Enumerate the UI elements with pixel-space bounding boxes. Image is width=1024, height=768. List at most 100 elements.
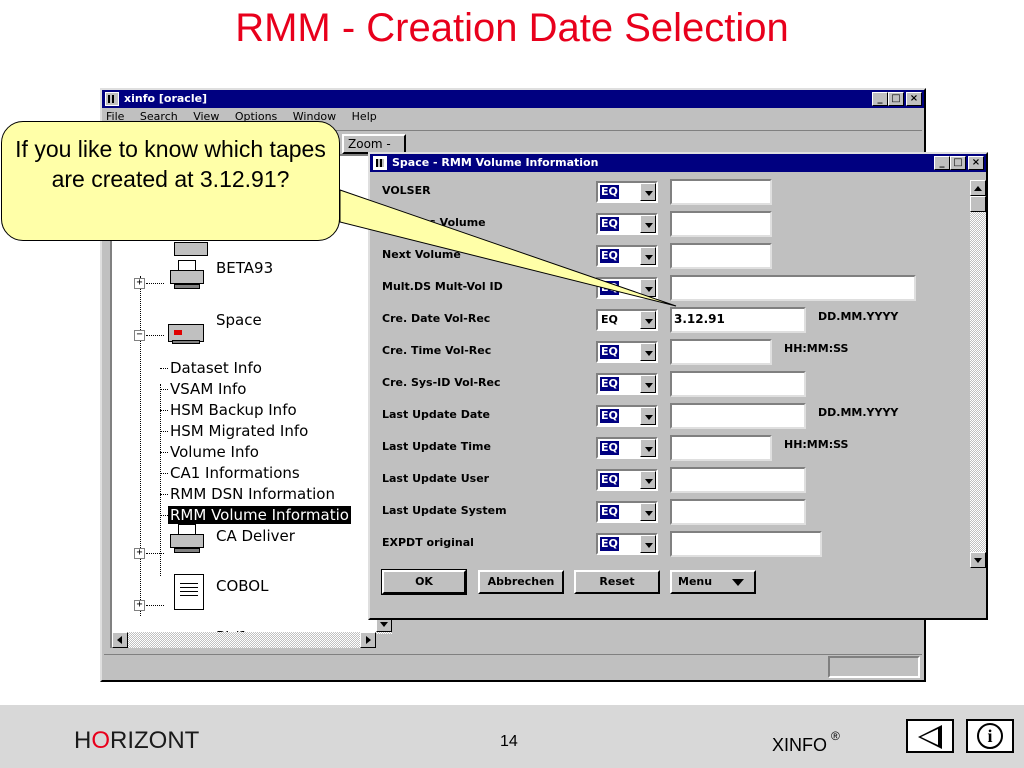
operator-select-last-update-system[interactable]: EQ (596, 501, 658, 523)
tree-item-rmm-volume-information[interactable]: RMM Volume Informatio (168, 506, 351, 524)
expander-ca-deliver[interactable]: + (134, 548, 145, 559)
operator-select-last-update-date[interactable]: EQ (596, 405, 658, 427)
dialog-scroll-up-button[interactable] (970, 180, 986, 196)
label-previous-volume: Previous Volume (382, 216, 486, 229)
info-icon[interactable] (966, 719, 1014, 753)
label-expdt-original: EXPDT original (382, 536, 474, 549)
dialog-icon (373, 156, 387, 170)
value-input-last-update-system[interactable] (670, 499, 806, 525)
tree-item-volume-info[interactable]: Volume Info (170, 443, 259, 461)
chevron-down-icon[interactable] (640, 375, 656, 393)
chevron-down-icon[interactable] (640, 279, 656, 297)
format-hint-last-update-time: HH:MM:SS (784, 438, 849, 451)
main-window-titlebar[interactable]: xinfo [oracle] _ □ × (102, 90, 924, 108)
label-cre-time-vol-rec: Cre. Time Vol-Rec (382, 344, 492, 357)
tree-item-dataset-info[interactable]: Dataset Info (170, 359, 262, 377)
chevron-down-icon[interactable] (640, 535, 656, 553)
operator-value: EQ (600, 473, 619, 487)
back-arrow-icon[interactable] (906, 719, 954, 753)
chevron-down-icon[interactable] (640, 503, 656, 521)
operator-value: EQ (600, 377, 619, 391)
chevron-down-icon[interactable] (640, 407, 656, 425)
operator-value: EQ (600, 505, 619, 519)
dialog-scroll-down-button[interactable] (970, 552, 986, 568)
value-input-last-update-date[interactable] (670, 403, 806, 429)
expander-cobol[interactable]: + (134, 600, 145, 611)
value-input-volser[interactable] (670, 179, 772, 205)
dialog-close-button[interactable]: × (968, 156, 984, 170)
chevron-down-icon[interactable] (640, 311, 656, 329)
format-hint-last-update-date: DD.MM.YYYY (818, 406, 899, 419)
chevron-down-icon[interactable] (640, 471, 656, 489)
operator-select-volser[interactable]: EQ (596, 181, 658, 203)
value-input-cre-time-vol-rec[interactable] (670, 339, 772, 365)
tree-item-space[interactable]: Space (216, 311, 262, 329)
operator-select-cre-time-vol-rec[interactable]: EQ (596, 341, 658, 363)
operator-select-next-volume[interactable]: EQ (596, 245, 658, 267)
operator-select-mult-ds-mult-vol-id[interactable]: EQ (596, 277, 658, 299)
dialog-scroll-thumb[interactable] (970, 196, 986, 212)
chevron-down-icon[interactable] (640, 343, 656, 361)
operator-select-last-update-user[interactable]: EQ (596, 469, 658, 491)
close-button[interactable]: × (906, 92, 922, 106)
rmm-volume-dialog: Space - RMM Volume Information _ □ × VOL… (368, 152, 988, 620)
value-input-cre-date-vol-rec[interactable]: 3.12.91 (670, 307, 806, 333)
cancel-button[interactable]: Abbrechen (478, 570, 564, 594)
dialog-vscrollbar[interactable] (970, 180, 986, 568)
value-input-cre-sys-id-vol-rec[interactable] (670, 371, 806, 397)
menu-button-label: Menu (678, 575, 713, 588)
chevron-down-icon[interactable] (640, 215, 656, 233)
value-input-last-update-time[interactable] (670, 435, 772, 461)
tree-item-beta93[interactable]: BETA93 (216, 259, 273, 277)
tree-item-cobol[interactable]: COBOL (216, 577, 268, 595)
operator-value: EQ (600, 281, 619, 295)
tree-item-hsm-backup-info[interactable]: HSM Backup Info (170, 401, 297, 419)
value-input-previous-volume[interactable] (670, 211, 772, 237)
operator-value: EQ (600, 217, 619, 231)
dialog-titlebar[interactable]: Space - RMM Volume Information _ □ × (370, 154, 986, 172)
dialog-maximize-button[interactable]: □ (950, 156, 966, 170)
operator-value: EQ (600, 409, 619, 423)
dialog-minimize-button[interactable]: _ (934, 156, 950, 170)
label-last-update-time: Last Update Time (382, 440, 491, 453)
operator-value: EQ (600, 537, 619, 551)
chevron-down-icon[interactable] (640, 247, 656, 265)
operator-select-expdt-original[interactable]: EQ (596, 533, 658, 555)
scroll-right-button[interactable] (360, 632, 376, 648)
expander-space[interactable]: − (134, 330, 145, 341)
value-input-last-update-user[interactable] (670, 467, 806, 493)
maximize-button[interactable]: □ (888, 92, 904, 106)
operator-value: EQ (600, 441, 619, 455)
chevron-down-icon[interactable] (640, 439, 656, 457)
zoom-button[interactable]: Zoom - (342, 134, 406, 154)
operator-value: EQ (600, 185, 619, 199)
minimize-button[interactable]: _ (872, 92, 888, 106)
menu-dropdown-icon (732, 579, 744, 586)
chevron-down-icon[interactable] (640, 183, 656, 201)
operator-select-cre-sys-id-vol-rec[interactable]: EQ (596, 373, 658, 395)
label-cre-date-vol-rec: Cre. Date Vol-Rec (382, 312, 491, 325)
operator-select-cre-date-vol-rec[interactable]: EQ (596, 309, 658, 331)
document-icon (174, 574, 204, 610)
scroll-left-button[interactable] (112, 632, 128, 648)
tree-item-vsam-info[interactable]: VSAM Info (170, 380, 246, 398)
value-input-mult-ds-mult-vol-id[interactable] (670, 275, 916, 301)
value-input-expdt-original[interactable] (670, 531, 822, 557)
expander-beta93[interactable]: + (134, 278, 145, 289)
tree-hscrollbar[interactable] (112, 632, 376, 648)
tree-item-ca1-informations[interactable]: CA1 Informations (170, 464, 300, 482)
ok-button[interactable]: OK (381, 569, 467, 595)
tree-item-hsm-migrated-info[interactable]: HSM Migrated Info (170, 422, 308, 440)
menu-button[interactable]: Menu (670, 570, 756, 594)
menu-help[interactable]: Help (352, 110, 377, 123)
printer-icon (168, 524, 206, 554)
reset-button[interactable]: Reset (574, 570, 660, 594)
status-bar (104, 654, 922, 680)
operator-select-previous-volume[interactable]: EQ (596, 213, 658, 235)
value-input-next-volume[interactable] (670, 243, 772, 269)
tree-item-rmm-dsn-information[interactable]: RMM DSN Information (170, 485, 335, 503)
printer-icon (168, 260, 206, 290)
operator-select-last-update-time[interactable]: EQ (596, 437, 658, 459)
operator-value: EQ (600, 249, 619, 263)
tree-item-ca-deliver[interactable]: CA Deliver (216, 527, 295, 545)
